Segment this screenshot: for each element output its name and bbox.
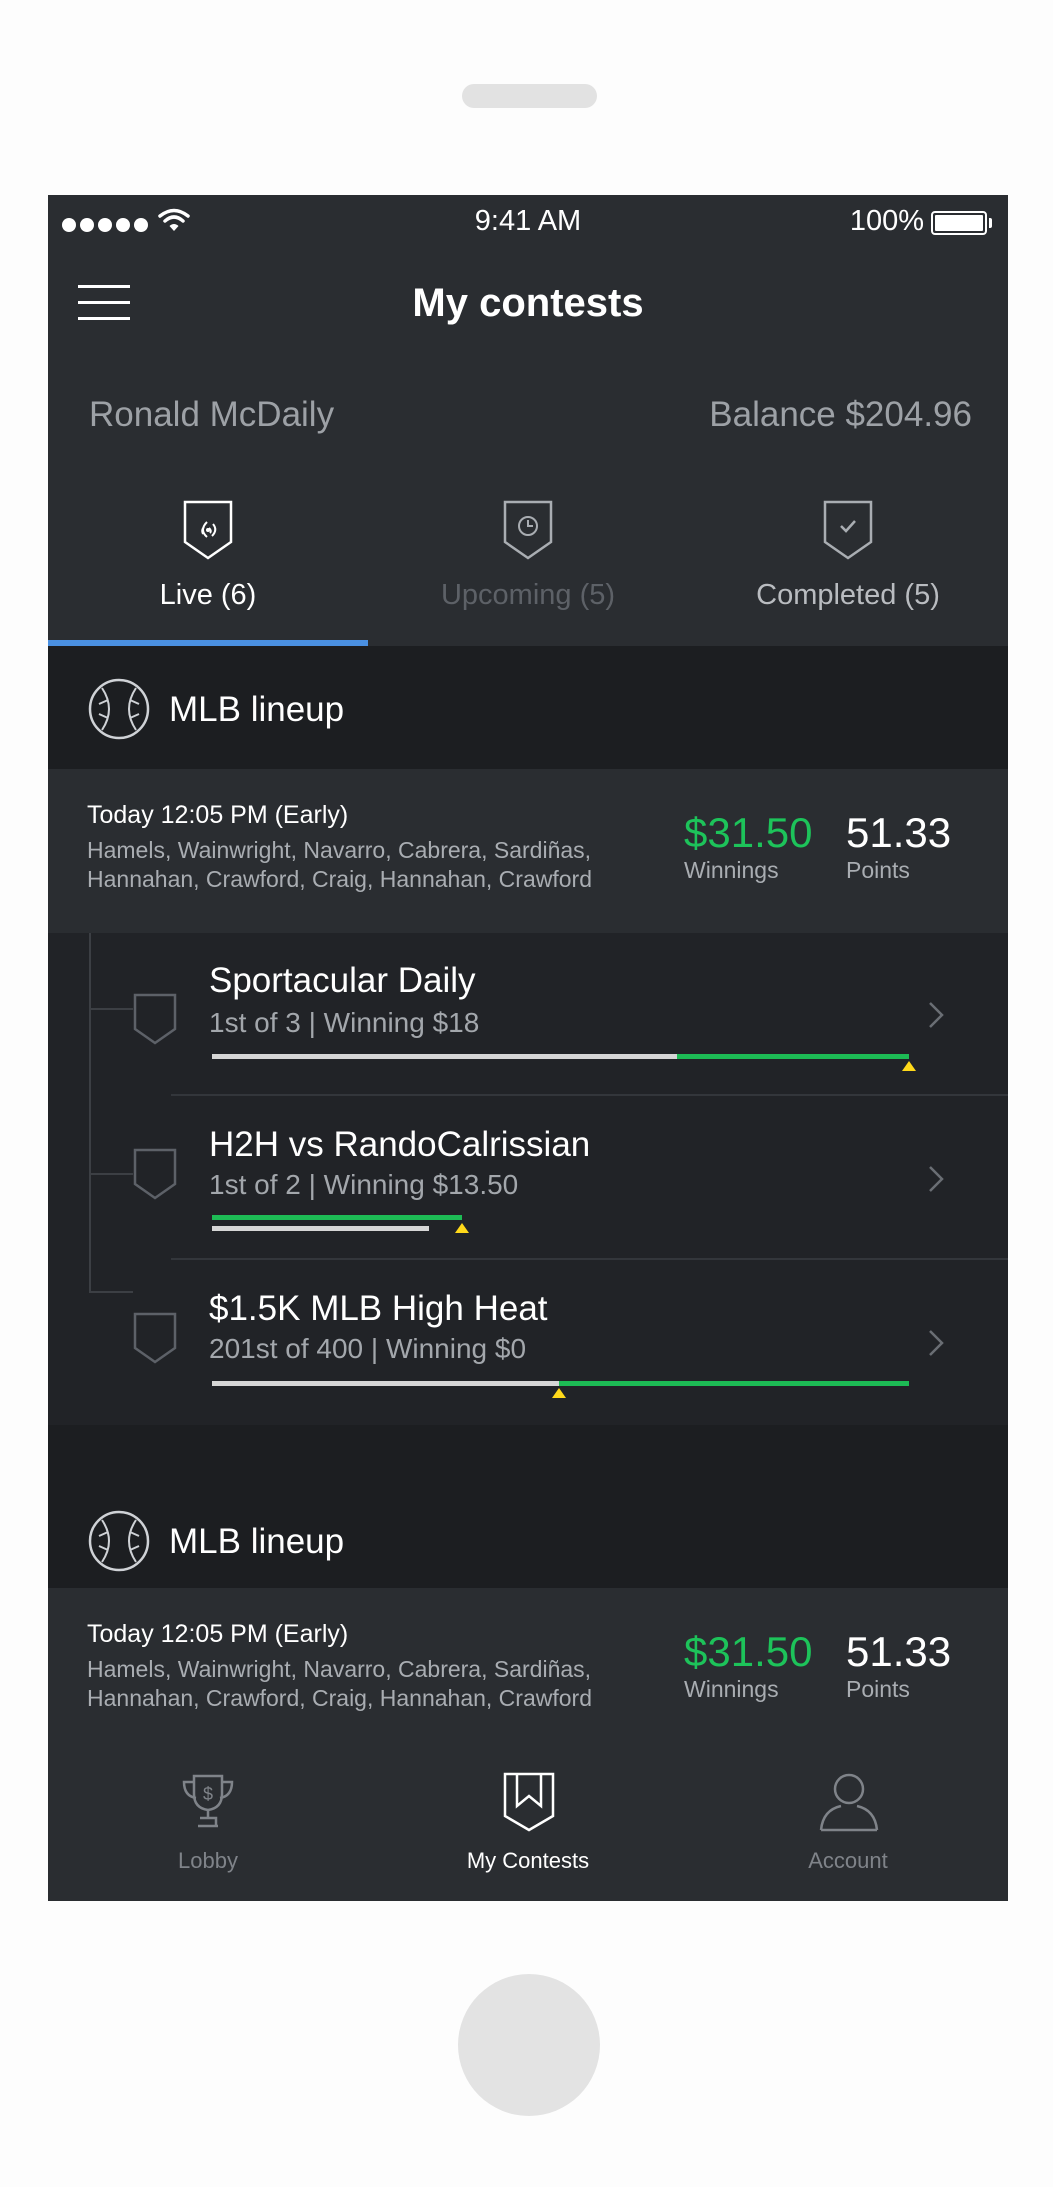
contest-row[interactable]: H2H vs RandoCalrissian 1st of 2 | Winnin… xyxy=(133,1097,1008,1257)
contest-subtitle: 1st of 3 | Winning $18 xyxy=(209,1007,480,1038)
chevron-right-icon[interactable] xyxy=(928,1001,944,1029)
lineup-time: Today 12:05 PM (Early) xyxy=(87,801,349,829)
home-button[interactable] xyxy=(458,1974,600,2116)
app-screen: 9:41 AM 100% My contests Ronald McDaily … xyxy=(48,195,1008,1901)
winnings-label: Winnings xyxy=(684,857,779,883)
tabbar-my-contests[interactable]: My Contests xyxy=(368,1752,688,1901)
shield-icon xyxy=(133,1148,177,1200)
lineup-players: Hannahan, Crawford, Craig, Hannahan, Cra… xyxy=(87,866,592,892)
winnings-value: $31.50 xyxy=(684,809,813,856)
tree-line xyxy=(89,1008,133,1010)
lineup-summary[interactable]: Today 12:05 PM (Early) Hamels, Wainwrigh… xyxy=(48,1588,1008,1752)
baseball-icon xyxy=(88,1510,150,1572)
lineup-players: Hannahan, Crawford, Craig, Hannahan, Cra… xyxy=(87,1685,592,1711)
chevron-right-icon[interactable] xyxy=(928,1165,944,1193)
tab-live-label: Live (6) xyxy=(159,579,257,611)
baseball-icon xyxy=(88,678,150,740)
tab-bar: $ Lobby My Contests Account xyxy=(48,1752,1008,1901)
lineup-time: Today 12:05 PM (Early) xyxy=(87,1620,349,1648)
progress-fill xyxy=(212,1215,462,1220)
tab-completed[interactable]: Completed (5) xyxy=(688,485,1008,635)
tab-upcoming-label: Upcoming (5) xyxy=(440,579,616,611)
tree-line xyxy=(89,933,91,1293)
contest-subtitle: 201st of 400 | Winning $0 xyxy=(209,1333,527,1364)
user-name: Ronald McDaily xyxy=(89,395,335,434)
contest-row[interactable]: Sportacular Daily 1st of 3 | Winning $18 xyxy=(133,933,1008,1093)
section-header: MLB lineup xyxy=(48,646,1008,769)
contest-title: $1.5K MLB High Heat xyxy=(209,1289,548,1328)
contest-title: H2H vs RandoCalrissian xyxy=(209,1125,591,1164)
svg-text:$: $ xyxy=(203,1784,213,1804)
battery-percent: 100% xyxy=(849,205,924,237)
page-title: My contests xyxy=(412,281,644,325)
row-divider xyxy=(171,1094,1008,1096)
rank-marker xyxy=(552,1388,566,1398)
shield-icon xyxy=(133,993,177,1045)
battery-tip xyxy=(989,218,992,228)
tabbar-lobby[interactable]: $ Lobby xyxy=(48,1752,368,1901)
person-icon xyxy=(819,1773,879,1832)
points-value: 51.33 xyxy=(846,809,952,856)
tabbar-my-contests-label: My Contests xyxy=(466,1848,590,1873)
check-shield-icon xyxy=(823,500,873,560)
points-label: Points xyxy=(846,857,910,883)
tab-completed-label: Completed (5) xyxy=(756,579,940,611)
clock-shield-icon xyxy=(503,500,553,560)
live-shield-icon xyxy=(183,500,233,560)
battery-icon xyxy=(931,211,987,235)
tree-line xyxy=(89,1173,133,1175)
contest-title: Sportacular Daily xyxy=(209,961,476,1000)
lineup-players: Hamels, Wainwright, Navarro, Cabrera, Sa… xyxy=(87,1656,592,1682)
tab-upcoming[interactable]: Upcoming (5) xyxy=(368,485,688,635)
section-header: MLB lineup xyxy=(48,1425,1008,1601)
points-value: 51.33 xyxy=(846,1628,952,1675)
tabbar-lobby-label: Lobby xyxy=(178,1848,238,1873)
progress-track xyxy=(212,1054,677,1059)
section-title: MLB lineup xyxy=(169,690,345,729)
bookmark-shield-icon xyxy=(503,1772,555,1832)
tab-live[interactable]: Live (6) xyxy=(48,485,368,635)
winnings-label: Winnings xyxy=(684,1676,779,1702)
tree-line xyxy=(89,1291,133,1293)
points-label: Points xyxy=(846,1676,910,1702)
lineup-players: Hamels, Wainwright, Navarro, Cabrera, Sa… xyxy=(87,837,592,863)
section-title: MLB lineup xyxy=(169,1522,345,1561)
shield-icon xyxy=(133,1312,177,1364)
winnings-value: $31.50 xyxy=(684,1628,813,1675)
progress-track xyxy=(212,1381,559,1386)
row-divider xyxy=(171,1258,1008,1260)
rank-marker xyxy=(455,1223,469,1233)
phone-speaker xyxy=(462,84,597,108)
contest-row[interactable]: $1.5K MLB High Heat 201st of 400 | Winni… xyxy=(133,1261,1008,1425)
progress-fill xyxy=(559,1381,909,1386)
tabbar-account[interactable]: Account xyxy=(688,1752,1008,1901)
contest-list: Sportacular Daily 1st of 3 | Winning $18… xyxy=(48,933,1008,1425)
progress-fill xyxy=(677,1054,909,1059)
chevron-right-icon[interactable] xyxy=(928,1329,944,1357)
tabbar-account-label: Account xyxy=(808,1848,888,1873)
trophy-icon: $ xyxy=(182,1774,234,1828)
rank-marker xyxy=(902,1061,916,1071)
balance: Balance $204.96 xyxy=(709,395,972,434)
progress-track xyxy=(212,1226,429,1231)
contest-subtitle: 1st of 2 | Winning $13.50 xyxy=(209,1169,519,1200)
lineup-summary[interactable]: Today 12:05 PM (Early) Hamels, Wainwrigh… xyxy=(48,769,1008,933)
